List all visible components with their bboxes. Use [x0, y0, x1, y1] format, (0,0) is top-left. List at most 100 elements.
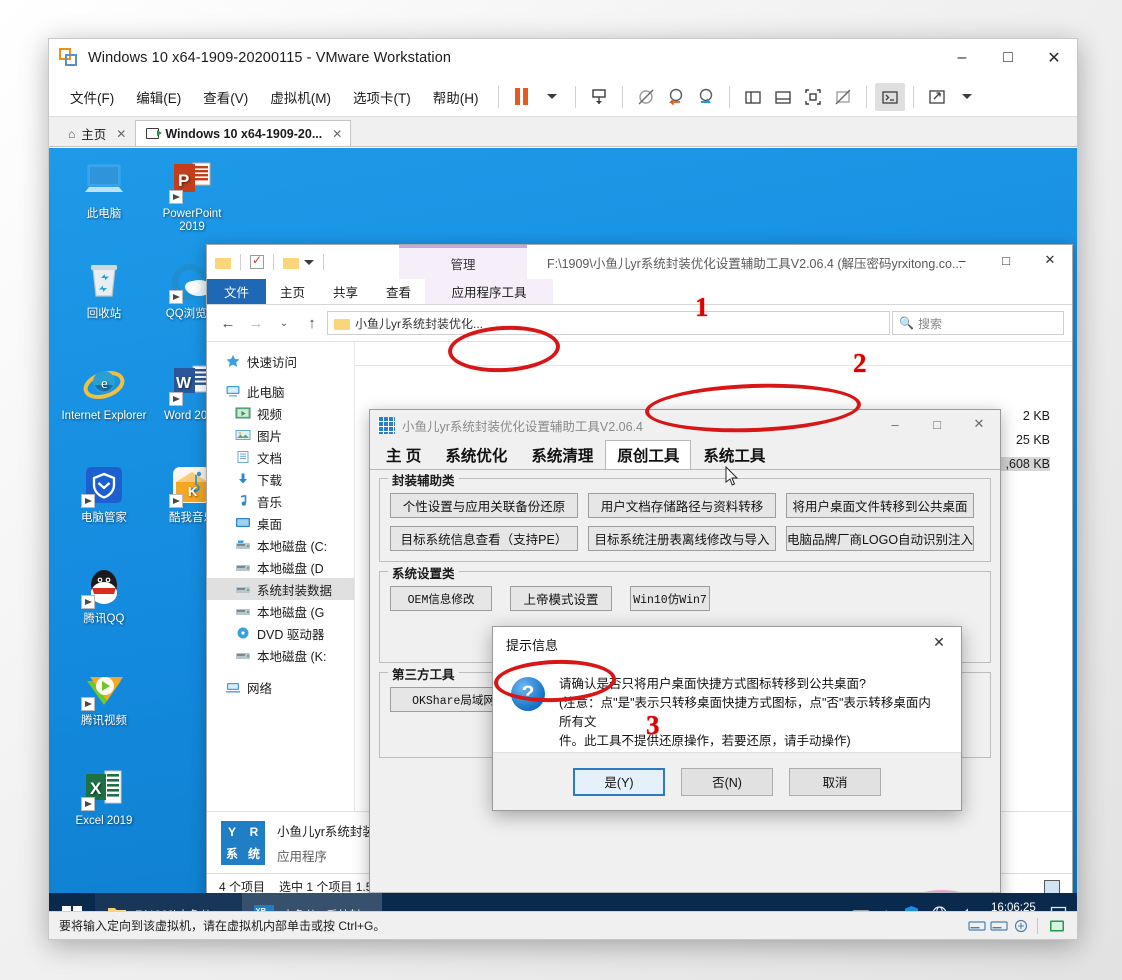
explorer-minimize-button[interactable]: – — [940, 245, 984, 275]
btn-personal-settings-backup[interactable]: 个性设置与应用关联备份还原 — [390, 493, 578, 518]
console-icon[interactable] — [874, 82, 905, 111]
app-icon — [378, 416, 395, 434]
sidebar-item-quick-access[interactable]: 快速访问 — [207, 350, 354, 372]
details-view-icon[interactable] — [1044, 879, 1060, 894]
sidebar-item-documents[interactable]: 文档 — [207, 446, 354, 468]
ribbon-tab-share[interactable]: 共享 — [319, 279, 372, 304]
toolbar-separator — [865, 85, 867, 108]
button-row: 目标系统信息查看（支持PE） 目标系统注册表离线修改与导入 电脑品牌厂商LOGO… — [390, 526, 980, 551]
btn-target-system-info[interactable]: 目标系统信息查看（支持PE） — [390, 526, 578, 551]
explorer-close-button[interactable]: ✕ — [1028, 245, 1072, 275]
no-button[interactable]: 否(N) — [681, 767, 773, 796]
vmware-close-button[interactable]: ✕ — [1031, 39, 1077, 77]
vm-tab-home[interactable]: ⌂ 主页 ✕ — [57, 120, 135, 146]
forward-button[interactable]: → — [243, 310, 269, 336]
sidebar-item-desktop[interactable]: 桌面 — [207, 512, 354, 534]
power-dropdown-caret-icon[interactable] — [537, 83, 567, 111]
search-input[interactable]: 🔍 搜索 — [892, 311, 1064, 335]
sidebar-item-local-disk-c[interactable]: 本地磁盘 (C: — [207, 534, 354, 556]
desktop-icon-internet-explorer[interactable]: e Internet Explorer — [61, 360, 147, 423]
btn-god-mode-settings[interactable]: 上帝模式设置 — [510, 586, 612, 611]
up-button[interactable]: ↑ — [299, 310, 325, 336]
usb-status-icon[interactable] — [1012, 919, 1030, 933]
vm-tab-home-close-icon[interactable]: ✕ — [116, 127, 126, 141]
pause-icon[interactable] — [507, 83, 537, 111]
vm-tab-home-label: 主页 — [81, 128, 107, 142]
snapshot-settings-icon[interactable] — [691, 83, 721, 111]
stretch-dropdown-caret-icon[interactable] — [952, 83, 982, 111]
btn-brand-logo-inject[interactable]: 电脑品牌厂商LOGO自动识别注入 — [786, 526, 974, 551]
contextual-tab-manage[interactable]: 管理 — [399, 245, 527, 279]
btn-oem-info-edit[interactable]: OEM信息修改 — [390, 586, 492, 611]
address-input[interactable]: 小鱼儿yr系统封装优化... — [327, 311, 890, 335]
sidebar-item-videos[interactable]: 视频 — [207, 402, 354, 424]
split-view-icon[interactable] — [738, 83, 768, 111]
sidebar-item-pictures[interactable]: 图片 — [207, 424, 354, 446]
svg-text:X: X — [90, 779, 102, 798]
vmware-minimize-button[interactable]: – — [939, 39, 985, 77]
dialog-message-line-2: (注意：点"是"表示只转移桌面快捷方式图标，点"否"表示转移桌面内所有文 — [559, 696, 931, 729]
new-folder-icon[interactable] — [283, 256, 299, 269]
explorer-maximize-button[interactable]: □ — [984, 245, 1028, 275]
stacked-view-icon[interactable] — [768, 83, 798, 111]
desktop-icon-excel[interactable]: X Excel 2019 — [61, 765, 147, 828]
desktop-icon-pc-manager[interactable]: 电脑管家 — [61, 462, 147, 525]
ribbon-tab-application-tools[interactable]: 应用程序工具 — [425, 279, 554, 304]
recent-locations-caret-icon[interactable]: ⌄ — [271, 310, 297, 336]
menu-edit[interactable]: 编辑(E) — [125, 82, 192, 112]
fullscreen-icon[interactable] — [798, 83, 828, 111]
revert-snapshot-icon[interactable] — [661, 83, 691, 111]
vm-tab-windows10-close-icon[interactable]: ✕ — [332, 127, 342, 141]
vm-message-log-icon[interactable] — [1049, 919, 1067, 933]
snapshot-manager-disabled-icon[interactable] — [631, 83, 661, 111]
sidebar-item-system-package-data[interactable]: 系统封装数据 — [207, 578, 354, 600]
tab-system-clean[interactable]: 系统清理 — [519, 440, 605, 470]
ribbon-tab-file[interactable]: 文件 — [207, 279, 267, 304]
hard-disk-status-icon[interactable] — [968, 919, 986, 933]
desktop-icon-this-pc[interactable]: 此电脑 — [61, 158, 147, 221]
unity-mode-disabled-icon[interactable] — [828, 83, 858, 111]
tool-maximize-button[interactable]: □ — [916, 410, 958, 438]
tool-close-button[interactable]: ✕ — [958, 410, 1000, 438]
folder-icon[interactable] — [215, 256, 231, 269]
dialog-close-button[interactable]: ✕ — [917, 627, 961, 657]
menu-vm[interactable]: 虚拟机(M) — [259, 82, 342, 112]
sidebar-item-downloads[interactable]: 下载 — [207, 468, 354, 490]
menu-file[interactable]: 文件(F) — [59, 82, 125, 112]
menu-tabs[interactable]: 选项卡(T) — [342, 82, 422, 112]
btn-user-doc-path-transfer[interactable]: 用户文档存储路径与资料转移 — [588, 493, 776, 518]
desktop-icon-recycle-bin[interactable]: 回收站 — [61, 258, 147, 321]
tab-original-tools[interactable]: 原创工具 — [605, 440, 692, 470]
yes-button[interactable]: 是(Y) — [573, 767, 665, 796]
snapshot-take-icon[interactable] — [584, 83, 614, 111]
sidebar-item-local-disk-k[interactable]: 本地磁盘 (K: — [207, 644, 354, 666]
ribbon-tab-home[interactable]: 主页 — [266, 279, 319, 304]
sidebar-item-network[interactable]: 网络 — [207, 676, 354, 698]
sidebar-item-dvd-drive[interactable]: DVD 驱动器 — [207, 622, 354, 644]
tool-minimize-button[interactable]: – — [874, 410, 916, 438]
sidebar-item-this-pc[interactable]: 此电脑 — [207, 380, 354, 402]
menu-help[interactable]: 帮助(H) — [422, 82, 490, 112]
cancel-button[interactable]: 取消 — [789, 767, 881, 796]
network-status-icon[interactable] — [990, 919, 1008, 933]
tab-system-optimize[interactable]: 系统优化 — [433, 440, 519, 470]
menu-view[interactable]: 查看(V) — [192, 82, 259, 112]
sidebar-item-label: 音乐 — [257, 495, 283, 510]
btn-registry-offline-edit[interactable]: 目标系统注册表离线修改与导入 — [588, 526, 776, 551]
btn-win10-like-win7[interactable]: Win10仿Win7 — [630, 586, 710, 611]
desktop-icon-powerpoint[interactable]: P PowerPoint 2019 — [149, 158, 235, 234]
btn-transfer-desktop-to-public[interactable]: 将用户桌面文件转移到公共桌面 — [786, 493, 974, 518]
sidebar-item-local-disk-g[interactable]: 本地磁盘 (G — [207, 600, 354, 622]
desktop-icon-tencent-video[interactable]: 腾讯视频 — [61, 665, 147, 728]
vmware-maximize-button[interactable]: □ — [985, 39, 1031, 77]
stretch-icon[interactable] — [922, 83, 952, 111]
vm-tab-windows10[interactable]: Windows 10 x64-1909-20... ✕ — [135, 120, 352, 146]
back-button[interactable]: ← — [215, 310, 241, 336]
sidebar-item-music[interactable]: 音乐 — [207, 490, 354, 512]
desktop-icon-tencent-qq[interactable]: 腾讯QQ — [61, 563, 147, 626]
ribbon-tab-view[interactable]: 查看 — [372, 279, 425, 304]
sidebar-item-local-disk-d[interactable]: 本地磁盘 (D — [207, 556, 354, 578]
qat-dropdown-caret-icon[interactable] — [304, 259, 314, 265]
properties-checkbox-icon[interactable] — [250, 253, 264, 269]
tab-home[interactable]: 主 页 — [374, 440, 433, 470]
